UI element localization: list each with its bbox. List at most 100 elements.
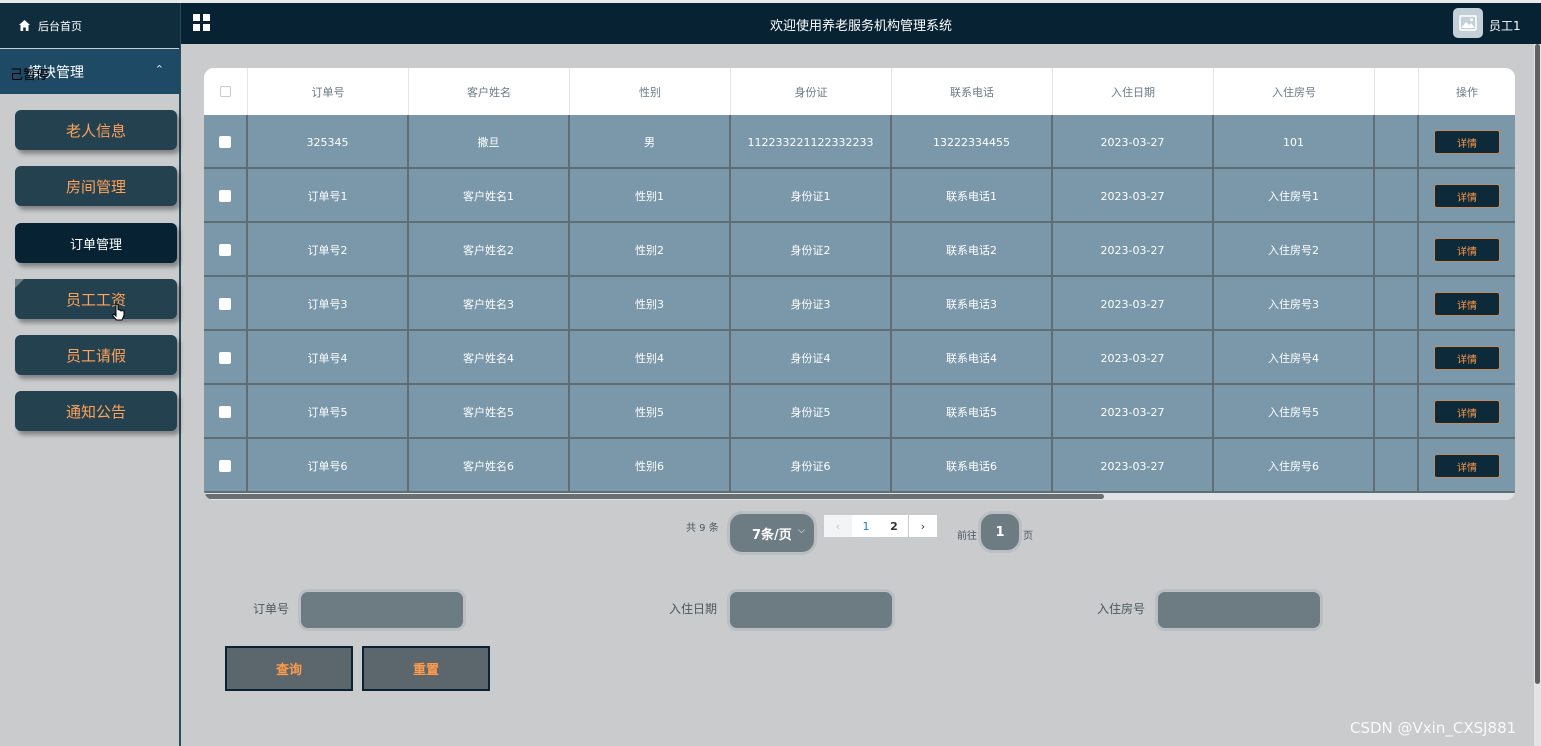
chevron-down-icon: ⌵ (798, 526, 805, 536)
vertical-scrollbar[interactable] (1534, 44, 1541, 746)
horizontal-scrollbar[interactable] (204, 493, 1515, 500)
column-header[interactable]: 性别 (570, 68, 731, 115)
table-cell-empty (1375, 169, 1419, 223)
column-header[interactable]: 订单号 (248, 68, 409, 115)
sidebar-item-room-management[interactable]: 房间管理 (15, 166, 177, 206)
table-row: 325345 撒旦男 112233221122332233 13222334455 20… (204, 115, 1515, 169)
detail-button[interactable]: 详情 (1434, 130, 1500, 154)
table-cell-empty (1375, 115, 1419, 169)
reset-button[interactable]: 重置 (362, 646, 490, 691)
table-cell: 联系电话5 (892, 385, 1053, 439)
column-header[interactable]: 身份证 (731, 68, 892, 115)
table-cell: 身份证6 (731, 439, 892, 493)
sidebar-item-staff-leave[interactable]: 员工请假 (15, 335, 177, 375)
sidebar-item-staff-salary[interactable]: 员工工资 (15, 279, 177, 319)
check-in-date-label: 入住日期 (669, 602, 718, 616)
page-size-select[interactable]: 7条/页 ⌵ (730, 514, 814, 552)
detail-button[interactable]: 详情 (1434, 238, 1500, 262)
table-cell: 身份证2 (731, 223, 892, 277)
sidebar-item-elderly-info[interactable]: 老人信息 (15, 110, 177, 150)
page-number-2[interactable]: 2 (880, 515, 908, 537)
table-cell: 身份证5 (731, 385, 892, 439)
row-checkbox[interactable] (219, 244, 231, 256)
sidebar-item-order-management[interactable]: 订单管理 (15, 223, 177, 263)
select-all-cell (204, 68, 248, 115)
table-cell: 入住房号5 (1214, 385, 1375, 439)
table-cell-empty (1375, 331, 1419, 385)
table-cell: 客户姓名3 (409, 277, 570, 331)
column-header[interactable]: 客户姓名 (409, 68, 570, 115)
sidebar-item-notices[interactable]: 通知公告 (15, 391, 177, 431)
table-cell: 订单号6 (248, 439, 409, 493)
column-header[interactable]: 联系电话 (892, 68, 1053, 115)
room-number-input[interactable] (1158, 592, 1320, 628)
row-checkbox[interactable] (219, 298, 231, 310)
page-number-1[interactable]: 1 (852, 515, 880, 537)
table-row: 订单号5 客户姓名5 性别5 身份证5 联系电话5 2023-03-27 入住房号5 详情 (204, 385, 1515, 439)
order-number-input[interactable] (301, 592, 463, 628)
sidebar-item-label: 通知公告 (65, 402, 126, 421)
vertical-scrollbar-thumb[interactable] (1535, 44, 1540, 684)
table-cell: 112233221122332233 (731, 115, 892, 169)
detail-button[interactable]: 详情 (1434, 292, 1500, 316)
column-header-empty (1375, 68, 1419, 115)
module-management-header[interactable]: 模块管理 己暂停 ⌃ (0, 49, 180, 94)
sidebar-home-link[interactable]: 后台首页 (0, 3, 180, 48)
watermark-text: CSDN @Vxin_CXSJ881 (1350, 719, 1517, 737)
image-icon (1459, 15, 1477, 31)
column-header-actions: 操作 (1456, 85, 1478, 99)
row-checkbox[interactable] (219, 136, 231, 148)
table-cell-empty (1375, 385, 1419, 439)
goto-page-input[interactable]: 1 (981, 514, 1019, 550)
table-cell: 入住房号6 (1214, 439, 1375, 493)
table-cell: 撒旦 (409, 115, 570, 169)
actions-cell: 详情 (1419, 439, 1515, 493)
row-select-cell (204, 331, 248, 385)
row-select-cell (204, 385, 248, 439)
table-cell: 联系电话4 (892, 331, 1053, 385)
table-cell: 客户姓名4 (409, 331, 570, 385)
table-cell: 入住房号3 (1214, 277, 1375, 331)
select-all-checkbox[interactable] (220, 86, 231, 97)
sidebar-item-label: 老人信息 (65, 121, 126, 140)
row-checkbox[interactable] (219, 352, 231, 364)
table-cell: 身份证3 (731, 277, 892, 331)
table-row: 订单号1 客户姓名1 性别1 身份证1 联系电话1 2023-03-27 入住房号1 详情 (204, 169, 1515, 223)
table-cell: 101 (1214, 115, 1375, 169)
table-cell: 2023-03-27 (1053, 115, 1214, 169)
table-cell: 入住房号2 (1214, 223, 1375, 277)
table-cell: 2023-03-27 (1053, 331, 1214, 385)
table-cell-empty (1375, 439, 1419, 493)
row-checkbox[interactable] (219, 460, 231, 472)
detail-button[interactable]: 详情 (1434, 346, 1500, 370)
table-row: 订单号6 客户姓名6 性别6 身份证6 联系电话6 2023-03-27 入住房号6 详情 (204, 439, 1515, 493)
table-cell: 客户姓名2 (409, 223, 570, 277)
paused-overlay-text: 己暂停 (10, 68, 50, 83)
prev-page-button[interactable]: ‹ (824, 515, 852, 537)
chevron-up-icon: ⌃ (154, 63, 164, 76)
table-cell: 订单号1 (248, 169, 409, 223)
detail-button[interactable]: 详情 (1434, 184, 1500, 208)
goto-label: 前往 (957, 531, 977, 542)
check-in-date-input[interactable] (730, 592, 892, 628)
table-cell: 订单号3 (248, 277, 409, 331)
horizontal-scrollbar-thumb[interactable] (204, 494, 1104, 499)
table-cell: 联系电话3 (892, 277, 1053, 331)
detail-button[interactable]: 详情 (1434, 454, 1500, 478)
home-label: 后台首页 (38, 19, 82, 33)
detail-button[interactable]: 详情 (1434, 400, 1500, 424)
column-header[interactable]: 入住日期 (1053, 68, 1214, 115)
row-checkbox[interactable] (219, 406, 231, 418)
sidebar-item-label: 员工请假 (65, 346, 126, 365)
avatar[interactable] (1453, 8, 1483, 38)
row-checkbox[interactable] (219, 190, 231, 202)
table-cell: 身份证4 (731, 331, 892, 385)
table-cell: 13222334455 (892, 115, 1053, 169)
column-header[interactable]: 入住房号 (1214, 68, 1375, 115)
query-button[interactable]: 查询 (225, 646, 353, 691)
order-table: 订单号 客户姓名 性别 身份证 联系电话 入住日期 入住房号 操作 325345… (204, 68, 1515, 500)
row-select-cell (204, 115, 248, 169)
page-suffix-label: 页 (1023, 531, 1033, 542)
next-page-button[interactable]: › (909, 515, 937, 537)
user-name[interactable]: 员工1 (1489, 17, 1521, 34)
